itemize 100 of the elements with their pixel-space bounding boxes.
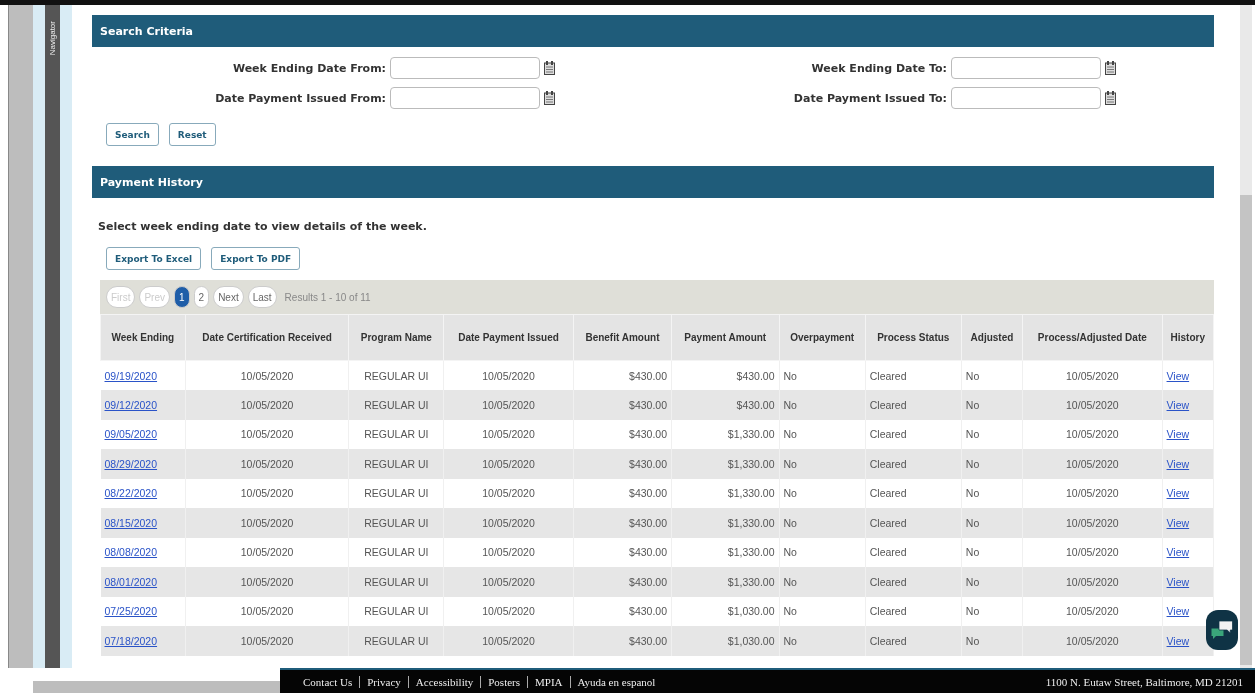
results-count: Results 1 - 10 of 11	[284, 291, 371, 303]
table-cell: $430.00	[573, 567, 672, 597]
table-cell: 10/05/2020	[185, 449, 349, 479]
table-cell: Cleared	[865, 567, 962, 597]
calendar-icon[interactable]	[1105, 91, 1116, 105]
row-link[interactable]: View	[1166, 575, 1190, 588]
table-cell: 10/05/2020	[185, 508, 349, 538]
row-link[interactable]: View	[1166, 516, 1190, 529]
row-link[interactable]: View	[1166, 487, 1190, 500]
footer-link[interactable]: MPIA	[527, 675, 570, 688]
horizontal-scrollbar[interactable]	[33, 681, 280, 693]
scrollbar[interactable]	[1240, 5, 1252, 668]
table-cell: $1,330.00	[671, 508, 779, 538]
table-cell: No	[961, 567, 1023, 597]
footer-link[interactable]: Posters	[480, 675, 528, 688]
table-cell: $1,330.00	[671, 449, 779, 479]
table-cell: No	[779, 390, 866, 420]
section-header: Payment History	[92, 166, 1214, 198]
row-link[interactable]: View	[1166, 546, 1190, 559]
column-header: Date Certification Received	[185, 314, 349, 361]
row-link[interactable]: 09/05/2020	[104, 428, 158, 441]
chat-button[interactable]	[1206, 610, 1238, 650]
date-input[interactable]	[951, 87, 1101, 109]
row-link[interactable]: 08/22/2020	[104, 487, 158, 500]
table-cell: $1,030.00	[671, 626, 779, 656]
table-cell: $1,330.00	[671, 567, 779, 597]
table-cell: REGULAR UI	[348, 449, 444, 479]
field-label: Week Ending Date To:	[811, 61, 947, 75]
table-cell: $430.00	[671, 390, 779, 420]
table-cell: 10/05/2020	[1022, 626, 1163, 656]
field-label: Week Ending Date From:	[232, 61, 386, 75]
footer-link[interactable]: Contact Us	[296, 675, 360, 688]
row-link[interactable]: 09/19/2020	[104, 369, 158, 382]
export-button[interactable]: Export To PDF	[211, 247, 301, 270]
table-cell: $430.00	[573, 449, 672, 479]
column-header: Payment Amount	[671, 314, 779, 361]
row-link[interactable]: View	[1166, 605, 1190, 618]
row-link[interactable]: 08/01/2020	[104, 575, 158, 588]
column-header: Overpayment	[779, 314, 866, 361]
table-cell: 10/05/2020	[443, 626, 574, 656]
table-cell: 10/05/2020	[1022, 508, 1163, 538]
table-cell: REGULAR UI	[348, 626, 444, 656]
row-link[interactable]: View	[1166, 634, 1190, 647]
calendar-icon[interactable]	[544, 91, 555, 105]
row-link[interactable]: View	[1166, 369, 1190, 382]
row-link[interactable]: View	[1166, 398, 1190, 411]
row-link[interactable]: 09/12/2020	[104, 398, 158, 411]
column-header: Process Status	[865, 314, 962, 361]
export-button[interactable]: Export To Excel	[106, 247, 202, 270]
pager-button[interactable]: 2	[193, 286, 210, 308]
table-cell: $430.00	[573, 390, 672, 420]
table-cell: REGULAR UI	[348, 567, 444, 597]
calendar-icon[interactable]	[1105, 61, 1116, 75]
column-header: Adjusted	[961, 314, 1023, 361]
table-cell: No	[779, 508, 866, 538]
row-link[interactable]: View	[1166, 457, 1190, 470]
column-header: Date Payment Issued	[443, 314, 574, 361]
table-cell: 10/05/2020	[443, 449, 574, 479]
row-link[interactable]: View	[1166, 428, 1190, 441]
row-link[interactable]: 08/08/2020	[104, 546, 158, 559]
table-cell: 10/05/2020	[1022, 390, 1163, 420]
table-cell: REGULAR UI	[348, 390, 444, 420]
column-header: Program Name	[348, 314, 444, 361]
row-link[interactable]: 08/29/2020	[104, 457, 158, 470]
row-link[interactable]: 07/18/2020	[104, 634, 158, 647]
pager-button[interactable]: Next	[213, 286, 244, 308]
table-cell: Cleared	[865, 449, 962, 479]
table-cell: 10/05/2020	[443, 567, 574, 597]
footer-link[interactable]: Privacy	[359, 675, 408, 688]
section-header: Search Criteria	[92, 15, 1214, 47]
address-text: 1100 N. Eutaw Street, Baltimore, MD 21201	[1045, 675, 1243, 688]
footer-link[interactable]: Ayuda en espanol	[569, 675, 663, 688]
column-header: Benefit Amount	[573, 314, 672, 361]
date-input[interactable]	[390, 87, 540, 109]
table-cell: $430.00	[573, 626, 672, 656]
pager-button[interactable]: 1	[174, 286, 190, 308]
calendar-icon[interactable]	[544, 61, 555, 75]
table-cell: No	[961, 449, 1023, 479]
table-cell: No	[961, 390, 1023, 420]
table-cell: 10/05/2020	[443, 390, 574, 420]
date-input[interactable]	[951, 57, 1101, 79]
table-cell: No	[779, 567, 866, 597]
row-link[interactable]: 08/15/2020	[104, 516, 158, 529]
navigator-tab[interactable]: Navigator	[45, 5, 60, 668]
table-cell: 10/05/2020	[185, 390, 349, 420]
action-button[interactable]: Reset	[168, 123, 216, 146]
table-cell: 10/05/2020	[185, 567, 349, 597]
table-cell: Cleared	[865, 390, 962, 420]
table-cell: Cleared	[865, 626, 962, 656]
table-cell: No	[961, 508, 1023, 538]
field-label: Date Payment Issued From:	[215, 91, 386, 105]
table-cell: No	[961, 626, 1023, 656]
table-cell: $430.00	[573, 508, 672, 538]
row-link[interactable]: 07/25/2020	[104, 605, 158, 618]
footer-link[interactable]: Accessibility	[407, 675, 481, 688]
action-button[interactable]: Search	[106, 123, 159, 146]
pager-button[interactable]: Last	[247, 286, 277, 308]
date-input[interactable]	[390, 57, 540, 79]
column-header: Process/Adjusted Date	[1022, 314, 1163, 361]
table-cell: 10/05/2020	[443, 508, 574, 538]
